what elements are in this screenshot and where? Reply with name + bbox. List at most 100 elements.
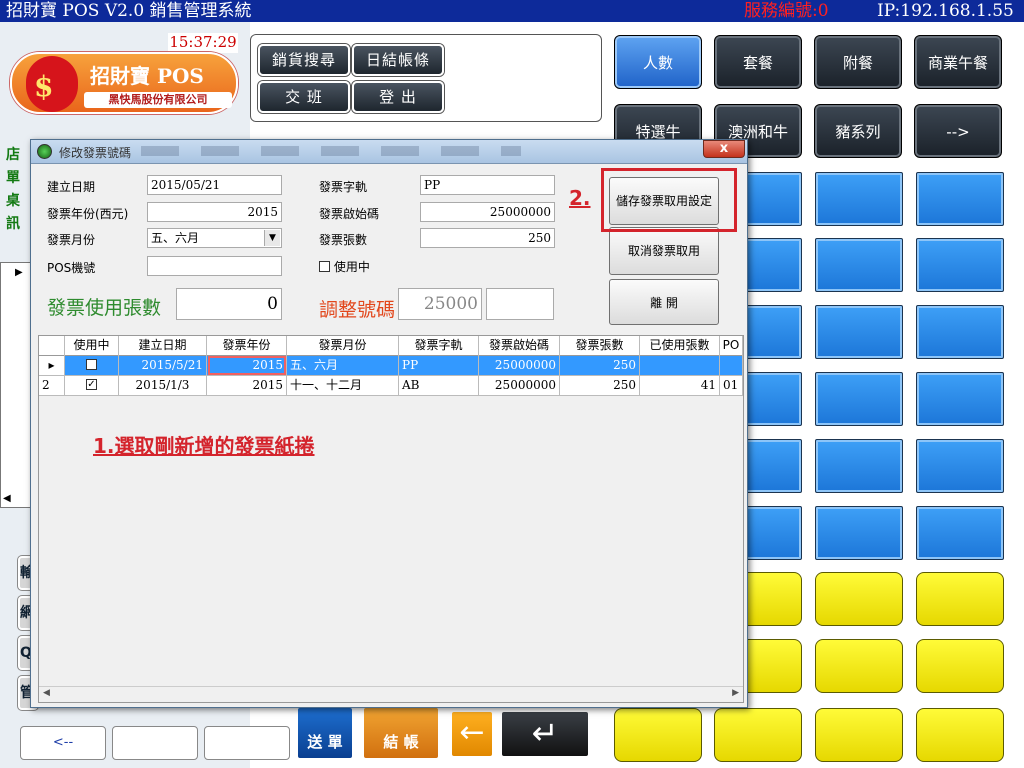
menu-item[interactable]: [916, 172, 1004, 226]
table-row[interactable]: 2 ✓ 2015/1/3 2015 十一、十二月 AB 25000000 250…: [39, 376, 743, 396]
row-pointer-icon: ▸: [39, 356, 65, 375]
blank-button-2[interactable]: [204, 726, 290, 760]
row-in-use-checkbox[interactable]: [65, 356, 119, 375]
cancel-invoice-button[interactable]: 取消發票取用: [609, 227, 719, 275]
back-button[interactable]: <--: [20, 726, 106, 760]
row-month: 十一、十二月: [287, 376, 399, 395]
row-month: 五、六月: [287, 356, 399, 375]
category-pork[interactable]: 豬系列: [814, 104, 902, 158]
sales-search-button[interactable]: 銷貨搜尋: [258, 44, 350, 76]
scroll-left-icon[interactable]: ◀: [3, 493, 11, 504]
pos-number-label: POS機號: [47, 261, 96, 275]
menu-item[interactable]: [815, 172, 903, 226]
invoice-month-value: 五、六月: [151, 231, 200, 245]
message-label: 訊: [6, 216, 20, 232]
col-row-header: [39, 336, 65, 356]
row-track: AB: [399, 376, 479, 395]
table-row[interactable]: ▸ 2015/5/21 2015 五、六月 PP 25000000 250: [39, 356, 743, 376]
function-button[interactable]: [916, 572, 1004, 626]
store-label: 店: [6, 147, 20, 163]
col-start[interactable]: 發票啟始碼: [479, 336, 560, 356]
blank-button-1[interactable]: [112, 726, 198, 760]
row-track: PP: [399, 356, 479, 375]
col-in-use[interactable]: 使用中: [65, 336, 119, 356]
row-start: 25000000: [479, 356, 560, 375]
menu-item[interactable]: [815, 238, 903, 292]
invoice-count-field[interactable]: 250: [420, 228, 555, 248]
horizontal-scrollbar[interactable]: ◀ ▶: [39, 686, 743, 702]
invoice-start-label: 發票啟始碼: [319, 207, 380, 221]
create-date-field[interactable]: 2015/05/21: [147, 175, 282, 195]
function-button[interactable]: [916, 639, 1004, 693]
menu-item[interactable]: [815, 372, 903, 426]
daily-close-button[interactable]: 日結帳條: [352, 44, 444, 76]
menu-item[interactable]: [815, 305, 903, 359]
adjust-number-field[interactable]: 25000: [398, 288, 482, 320]
edit-invoice-dialog: 修改發票號碼 x 建立日期 2015/05/21 發票年份(西元) 2015 發…: [30, 139, 748, 708]
col-year[interactable]: 發票年份: [207, 336, 287, 356]
category-next-page[interactable]: -->: [914, 104, 1002, 158]
function-button[interactable]: [614, 708, 702, 762]
menu-item[interactable]: [916, 506, 1004, 560]
dialog-title-bar[interactable]: 修改發票號碼 x: [31, 140, 747, 164]
row-in-use-checkbox[interactable]: ✓: [65, 376, 119, 395]
function-button[interactable]: [815, 639, 903, 693]
invoice-grid[interactable]: 使用中 建立日期 發票年份 發票月份 發票字軌 發票啟始碼 發票張數 已使用張數…: [38, 335, 744, 703]
category-people[interactable]: 人數: [614, 35, 702, 89]
menu-item[interactable]: [815, 439, 903, 493]
shift-change-button[interactable]: 交 班: [258, 81, 350, 113]
leave-button[interactable]: 離 開: [609, 279, 719, 325]
invoice-year-label: 發票年份(西元): [47, 207, 129, 221]
function-button[interactable]: [714, 708, 802, 762]
category-set-meal[interactable]: 套餐: [714, 35, 802, 89]
in-use-label: 使用中: [333, 260, 370, 274]
used-count-label: 發票使用張數: [47, 297, 162, 319]
grid-header: 使用中 建立日期 發票年份 發票月份 發票字軌 發票啟始碼 發票張數 已使用張數…: [39, 336, 743, 356]
invoice-track-field[interactable]: PP: [420, 175, 555, 195]
in-use-checkbox[interactable]: 使用中: [319, 258, 370, 275]
app-title: 招財寶 POS V2.0 銷售管理系統: [6, 1, 252, 21]
enter-icon[interactable]: ↵: [500, 710, 590, 758]
menu-item[interactable]: [916, 238, 1004, 292]
invoice-month-select[interactable]: 五、六月 ▼: [147, 228, 282, 248]
row-start: 25000000: [479, 376, 560, 395]
row-used: 41: [640, 376, 720, 395]
adjust-number-field-2[interactable]: [486, 288, 554, 320]
col-create-date[interactable]: 建立日期: [119, 336, 207, 356]
order-label: 單: [6, 170, 20, 186]
annotation-step-1: 1.選取剛新增的發票紙捲: [93, 434, 315, 458]
scroll-left-icon[interactable]: ◀: [43, 688, 50, 698]
pos-number-field[interactable]: [147, 256, 282, 276]
scroll-right-icon[interactable]: ▶: [732, 688, 739, 698]
col-count[interactable]: 發票張數: [560, 336, 640, 356]
category-side-dish[interactable]: 附餐: [814, 35, 902, 89]
checkout-button[interactable]: 結 帳: [362, 706, 440, 760]
function-button[interactable]: [815, 572, 903, 626]
menu-item[interactable]: [916, 305, 1004, 359]
used-count-field[interactable]: 0: [176, 288, 282, 320]
left-arrow-icon[interactable]: ←: [450, 710, 494, 758]
menu-item[interactable]: [815, 506, 903, 560]
order-list[interactable]: ▶ ◀: [0, 262, 32, 508]
logo-name: 招財寶 POS: [90, 64, 204, 88]
close-icon[interactable]: x: [703, 140, 745, 158]
chevron-down-icon[interactable]: ▼: [264, 230, 280, 246]
menu-item[interactable]: [916, 372, 1004, 426]
logo-company: 黑快馬股份有限公司: [84, 92, 232, 108]
col-month[interactable]: 發票月份: [287, 336, 399, 356]
dialog-title: 修改發票號碼: [59, 146, 132, 160]
row-create-date: 2015/5/21: [119, 356, 207, 375]
logout-button[interactable]: 登 出: [352, 81, 444, 113]
send-order-button[interactable]: 送 單: [296, 706, 354, 760]
function-button[interactable]: [916, 708, 1004, 762]
col-used[interactable]: 已使用張數: [640, 336, 720, 356]
menu-item[interactable]: [916, 439, 1004, 493]
invoice-start-field[interactable]: 25000000: [420, 202, 555, 222]
function-button[interactable]: [815, 708, 903, 762]
cat-logo-icon: $: [26, 56, 78, 112]
category-business-lunch[interactable]: 商業午餐: [914, 35, 1002, 89]
col-pos[interactable]: PO: [720, 336, 743, 356]
create-date-label: 建立日期: [47, 180, 96, 194]
col-track[interactable]: 發票字軌: [399, 336, 479, 356]
invoice-year-field[interactable]: 2015: [147, 202, 282, 222]
